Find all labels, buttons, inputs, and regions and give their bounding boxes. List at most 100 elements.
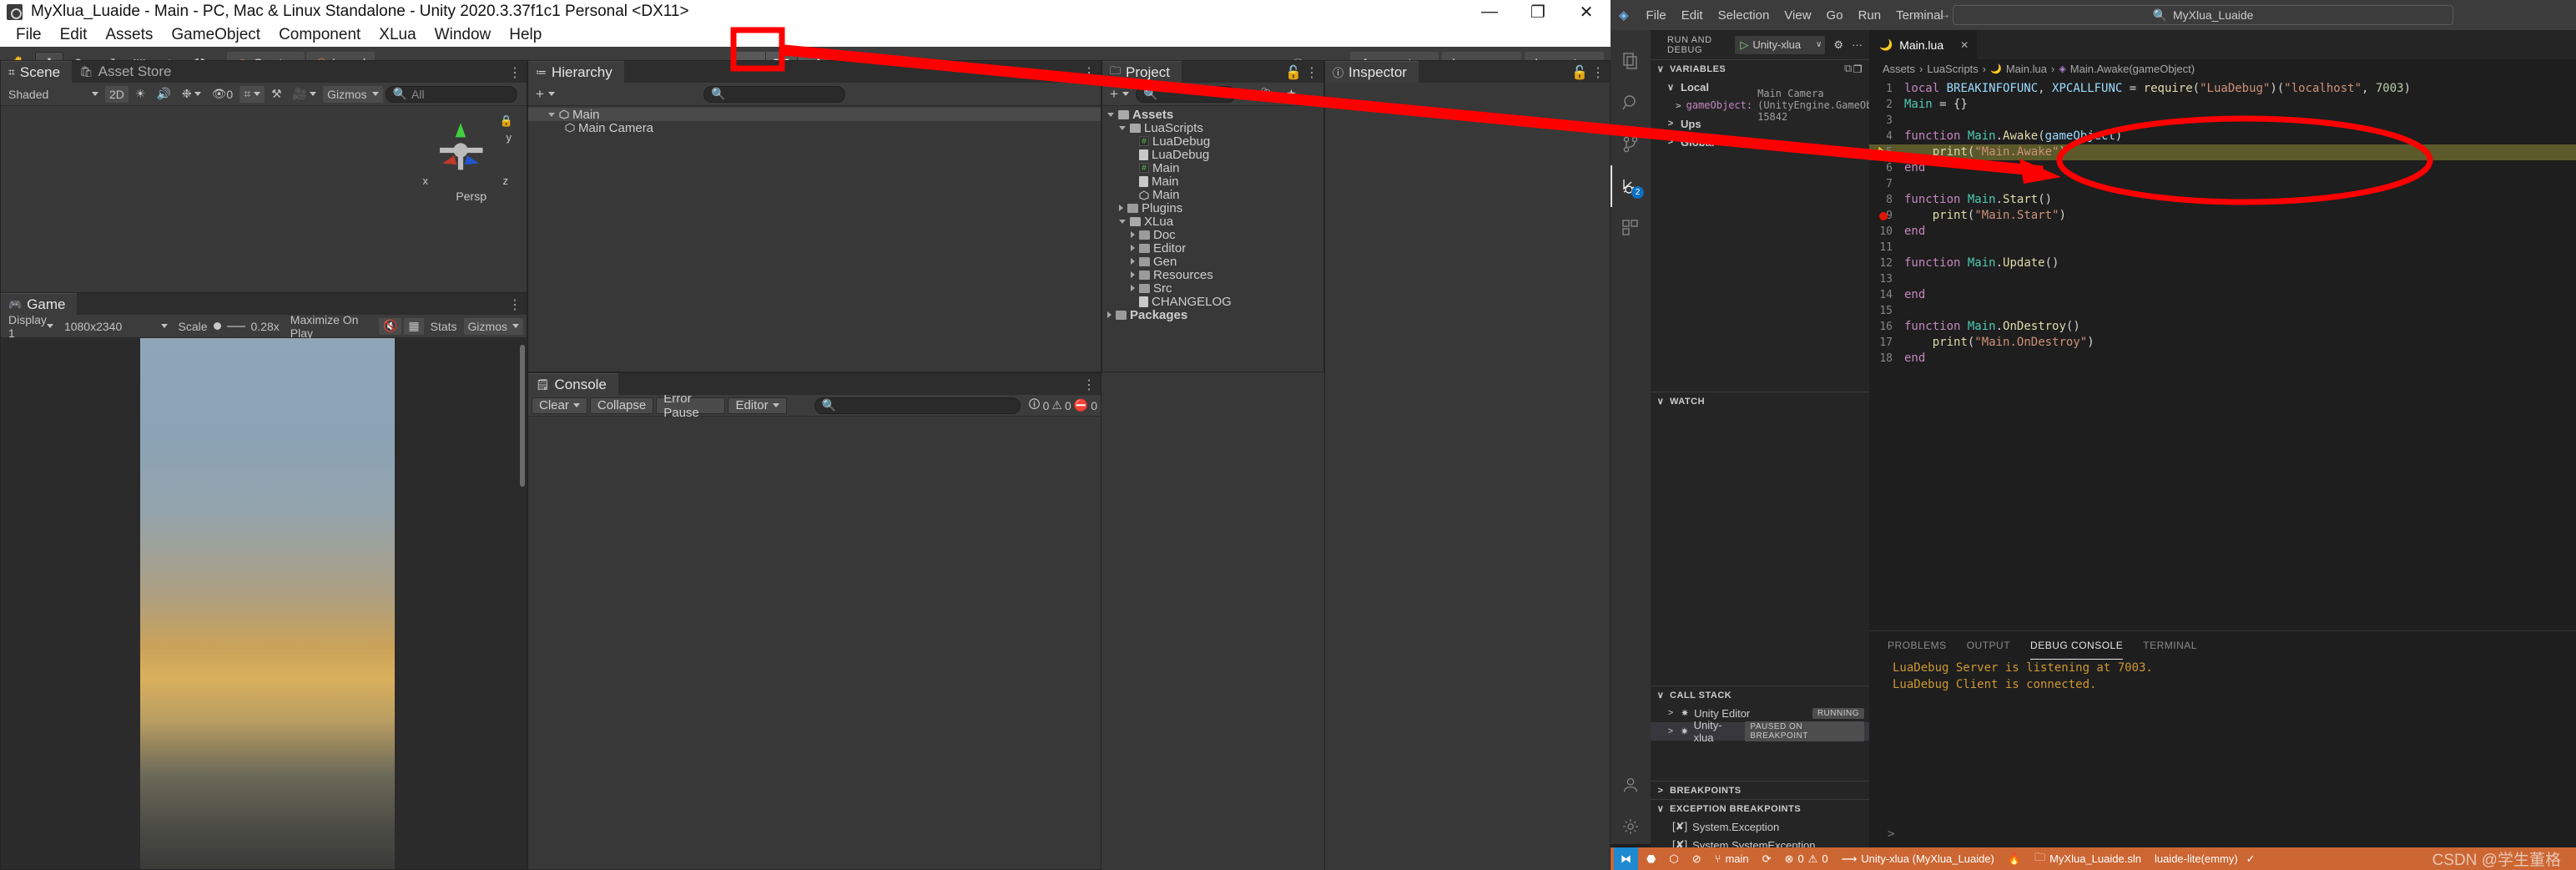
camera-settings-icon[interactable]: 🎥 xyxy=(289,86,320,103)
tab-hierarchy[interactable]: ≔ Hierarchy xyxy=(528,61,624,83)
project-tree-item[interactable]: Packages xyxy=(1102,308,1323,321)
lock-icon[interactable]: 🔒 xyxy=(500,114,513,128)
scene-orientation-gizmo[interactable] xyxy=(428,118,493,183)
code-line[interactable]: 6end xyxy=(1869,160,2576,176)
inspector-lock-icon[interactable]: 🔓 xyxy=(1571,64,1588,81)
section-watch[interactable]: ∨ WATCH xyxy=(1651,392,1869,410)
remote-window-icon[interactable]: ⧓ xyxy=(1614,847,1638,870)
code-line[interactable]: 18end xyxy=(1869,351,2576,367)
project-favorites-icon[interactable]: ★ xyxy=(1282,86,1301,103)
breadcrumb-assets[interactable]: Assets xyxy=(1883,63,1915,75)
hierarchy-tree[interactable]: Main Main Camera xyxy=(528,106,1101,372)
solution-status[interactable]: 🗀 MyXlua_Luaide.sln xyxy=(2028,847,2148,870)
sync-icon[interactable]: ⟳ xyxy=(1756,847,1778,870)
maximize-on-play-button[interactable]: Maximize On Play xyxy=(286,318,376,335)
scene-audio-icon[interactable]: 🔊 xyxy=(152,86,174,103)
split-editor-icon[interactable]: ⧉ xyxy=(1844,62,1852,75)
menu-edit[interactable]: Edit xyxy=(51,24,97,46)
nav-back-icon[interactable]: ← xyxy=(1913,8,1926,23)
project-tree-item[interactable]: Plugins xyxy=(1102,201,1323,215)
code-editor[interactable]: 1local BREAKINFOFUNC, XPCALLFUNC = requi… xyxy=(1869,78,2576,367)
console-clear-button[interactable]: Clear xyxy=(532,397,587,414)
chevron-right-icon[interactable] xyxy=(1119,205,1123,211)
unity-status-icon-1[interactable]: ⬣ xyxy=(1640,847,1662,870)
extensions-icon[interactable] xyxy=(1611,207,1651,249)
source-control-icon[interactable] xyxy=(1611,124,1651,165)
project-tree-item[interactable]: Src xyxy=(1102,281,1323,295)
project-filter-type-icon[interactable]: ◔ xyxy=(1238,86,1253,103)
code-line[interactable]: 11 xyxy=(1869,240,2576,255)
scene-lighting-icon[interactable]: ☀ xyxy=(131,86,150,103)
console-warning-filter[interactable]: ⚠ 0 xyxy=(1051,398,1071,412)
hierarchy-add-button[interactable]: + xyxy=(532,86,559,103)
game-scrollbar[interactable] xyxy=(520,345,525,487)
code-line[interactable]: 17 print("Main.OnDestroy") xyxy=(1869,335,2576,351)
game-gizmos-dropdown[interactable]: Gizmos xyxy=(464,318,523,335)
scene-panel-menu-icon[interactable]: ⋮ xyxy=(508,64,522,81)
toggle-2d-button[interactable]: 2D xyxy=(105,86,129,103)
chevron-down-icon[interactable] xyxy=(1119,126,1126,130)
project-tree-item[interactable]: Gen xyxy=(1102,255,1323,268)
debug-config-dropdown[interactable]: ▷ Unity-xlua ∨ xyxy=(1735,36,1825,54)
tab-asset-store[interactable]: 🛍 Asset Store xyxy=(72,61,183,83)
chevron-down-icon[interactable] xyxy=(1119,220,1126,224)
tab-debug-console[interactable]: DEBUG CONSOLE xyxy=(2030,631,2123,660)
debug-target-status[interactable]: ⟿ Unity-xlua (MyXlua_Luaide) xyxy=(1835,847,2001,870)
project-tree-item[interactable]: LuaScripts xyxy=(1102,121,1323,134)
debug-console-prompt[interactable]: > xyxy=(1888,827,1894,841)
close-icon[interactable]: ✕ xyxy=(1960,39,1969,51)
project-tree-item[interactable]: LuaDebug xyxy=(1102,148,1323,161)
console-error-filter[interactable]: ⛔ 0 xyxy=(1074,398,1097,412)
project-filter-label-icon[interactable]: 🏷 xyxy=(1256,86,1279,103)
project-tree-item[interactable]: XLua xyxy=(1102,215,1323,228)
code-line[interactable]: 7 xyxy=(1869,176,2576,192)
breakpoint-dot-icon[interactable] xyxy=(1879,212,1888,220)
stats-button[interactable]: Stats xyxy=(426,318,461,335)
project-tree-item[interactable]: CHANGELOG xyxy=(1102,295,1323,308)
console-log-filter[interactable]: 🛈 0 xyxy=(1028,396,1049,416)
scale-slider[interactable]: Scale 0.28x xyxy=(174,318,284,335)
menu-xlua[interactable]: XLua xyxy=(370,24,425,46)
account-icon[interactable] xyxy=(1611,764,1651,806)
scene-viewport[interactable]: y x z Persp 🔒 xyxy=(1,106,527,293)
console-search-input[interactable]: 🔍 xyxy=(814,397,1021,414)
menu-gameobject[interactable]: GameObject xyxy=(162,24,270,46)
section-variables[interactable]: ∨ VARIABLES ❐ xyxy=(1651,59,1869,78)
scene-search-input[interactable]: 🔍 All xyxy=(386,86,517,103)
code-line[interactable]: 8function Main.Start() xyxy=(1869,192,2576,208)
tab-console[interactable]: 🗒 Console xyxy=(528,373,618,395)
chevron-right-icon[interactable] xyxy=(1131,285,1135,291)
breadcrumb-luascripts[interactable]: LuaScripts xyxy=(1927,63,1978,75)
project-tree-item[interactable]: Main xyxy=(1102,175,1323,188)
gizmos-dropdown[interactable]: Gizmos xyxy=(323,86,382,103)
project-add-button[interactable]: + xyxy=(1106,86,1133,103)
grid-visibility-icon[interactable]: ⌗ xyxy=(239,86,265,103)
flame-icon[interactable]: 🔥 xyxy=(2001,847,2028,870)
exception-breakpoint-item[interactable]: [✘]System.Exception xyxy=(1651,817,1869,836)
tab-scene[interactable]: ⌗ Scene xyxy=(1,61,72,83)
fx-dropdown[interactable]: ❉ xyxy=(178,86,205,103)
variables-collapse-all-icon[interactable]: ❐ xyxy=(1853,63,1863,75)
source-control-branch[interactable]: ⑂ main xyxy=(1708,847,1756,870)
unity-status-icon-3[interactable]: ⊘ xyxy=(1686,847,1708,870)
menu-help[interactable]: Help xyxy=(500,24,551,46)
maximize-button[interactable]: ❐ xyxy=(1514,0,1562,23)
vs-menu-run[interactable]: Run xyxy=(1851,6,1889,25)
tab-inspector[interactable]: ⓘ Inspector xyxy=(1325,61,1419,83)
console-collapse-button[interactable]: Collapse xyxy=(590,397,653,414)
hierarchy-item-main[interactable]: Main xyxy=(528,108,1101,121)
code-line[interactable]: 2Main = {} xyxy=(1869,97,2576,113)
project-tree-item[interactable]: #LuaDebug xyxy=(1102,134,1323,148)
variable-scope-global[interactable]: > Global xyxy=(1651,133,1869,151)
console-error-pause-button[interactable]: Error Pause xyxy=(656,397,725,414)
vs-menu-selection[interactable]: Selection xyxy=(1711,6,1777,25)
close-button[interactable]: ✕ xyxy=(1562,0,1611,23)
chevron-right-icon[interactable] xyxy=(1131,258,1135,265)
unity-status-icon-2[interactable]: ⬡ xyxy=(1662,847,1685,870)
hierarchy-search-input[interactable]: 🔍 xyxy=(703,86,845,103)
minimize-button[interactable]: — xyxy=(1465,0,1514,23)
section-breakpoints[interactable]: > BREAKPOINTS xyxy=(1651,781,1869,799)
call-stack-item-unity-editor[interactable]: > ✷ Unity Editor RUNNING xyxy=(1651,704,1869,722)
code-line[interactable]: 10end xyxy=(1869,224,2576,240)
tab-problems[interactable]: PROBLEMS xyxy=(1888,640,1947,651)
